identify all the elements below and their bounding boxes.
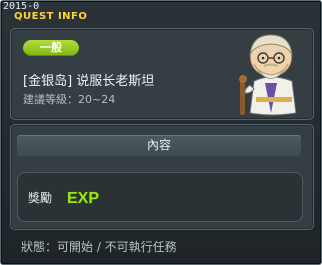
quest-name: [金银岛] 说服长老斯坦 (23, 74, 155, 89)
content-section-header: 內容 (17, 135, 301, 156)
reward-box: 獎勵 EXP (17, 172, 303, 222)
exp-reward-icon: EXP (66, 189, 100, 207)
quest-content-panel: 內容 獎勵 EXP (10, 124, 314, 230)
quest-category-badge: 一般 (23, 40, 79, 56)
npc-elder-portrait (239, 34, 297, 116)
quest-summary-panel: 一般 [金银岛] 说服长老斯坦 建議等級：20~24 (10, 28, 314, 120)
reward-label: 獎勵 (28, 191, 53, 205)
exp-icon-text: EXP (67, 190, 99, 207)
quest-level-requirement: 建議等級：20~24 (23, 93, 116, 106)
quest-status: 狀態：可開始 / 不可執行任務 (21, 240, 177, 254)
window-title: QUEST INFO (14, 11, 88, 22)
quest-info-window: 2015-0 QUEST INFO 一般 [金银岛] 说服长老斯坦 建議等級：2… (0, 0, 322, 265)
